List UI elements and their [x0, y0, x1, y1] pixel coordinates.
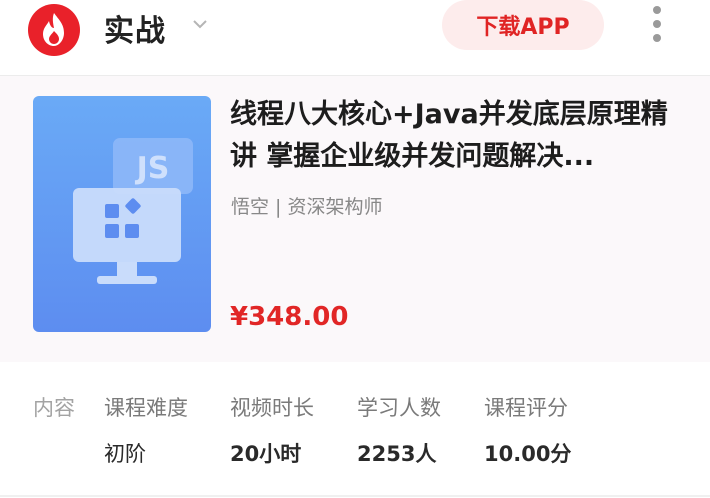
svg-text:JS: JS	[135, 151, 170, 186]
js-badge-icon: JS	[113, 138, 193, 194]
stat-duration: 视频时长 20小时	[230, 392, 314, 468]
app-title[interactable]: 实战	[104, 6, 166, 50]
course-cover-image: JS	[33, 96, 211, 332]
stat-key: 学习人数	[357, 396, 441, 420]
stat-value: 初阶	[104, 442, 146, 466]
stat-key: 课程评分	[484, 396, 568, 420]
stat-key: 课程难度	[104, 396, 188, 420]
stat-difficulty: 课程难度 初阶	[104, 392, 188, 468]
course-title[interactable]: 线程八大核心+Java并发底层原理精讲 掌握企业级并发问题解决...	[230, 94, 680, 178]
stat-value: 2253人	[357, 442, 437, 466]
info-label: 内容	[33, 396, 75, 420]
course-author: 悟空 | 资深架构师	[231, 196, 383, 218]
chevron-down-icon[interactable]	[190, 14, 210, 34]
flame-logo-icon[interactable]	[28, 4, 80, 56]
download-app-button[interactable]: 下载APP	[442, 0, 604, 50]
stat-key: 视频时长	[230, 396, 314, 420]
stat-learners: 学习人数 2253人	[357, 392, 441, 468]
stat-value: 20小时	[230, 442, 302, 466]
course-card[interactable]: JS 线程八大核心+Java并发底层原理精讲 掌握企业级并发问题解决... 悟空…	[0, 76, 710, 362]
course-info-row: 内容 课程难度 初阶 视频时长 20小时 学习人数 2253人 课程评分 10.…	[0, 362, 710, 498]
stat-rating: 课程评分 10.00分	[484, 392, 571, 468]
stat-value: 10.00分	[484, 442, 572, 466]
course-price: ¥348.00	[230, 302, 349, 332]
more-vertical-icon[interactable]	[646, 6, 668, 46]
divider	[0, 495, 710, 497]
top-bar: 实战 下载APP	[0, 0, 710, 76]
